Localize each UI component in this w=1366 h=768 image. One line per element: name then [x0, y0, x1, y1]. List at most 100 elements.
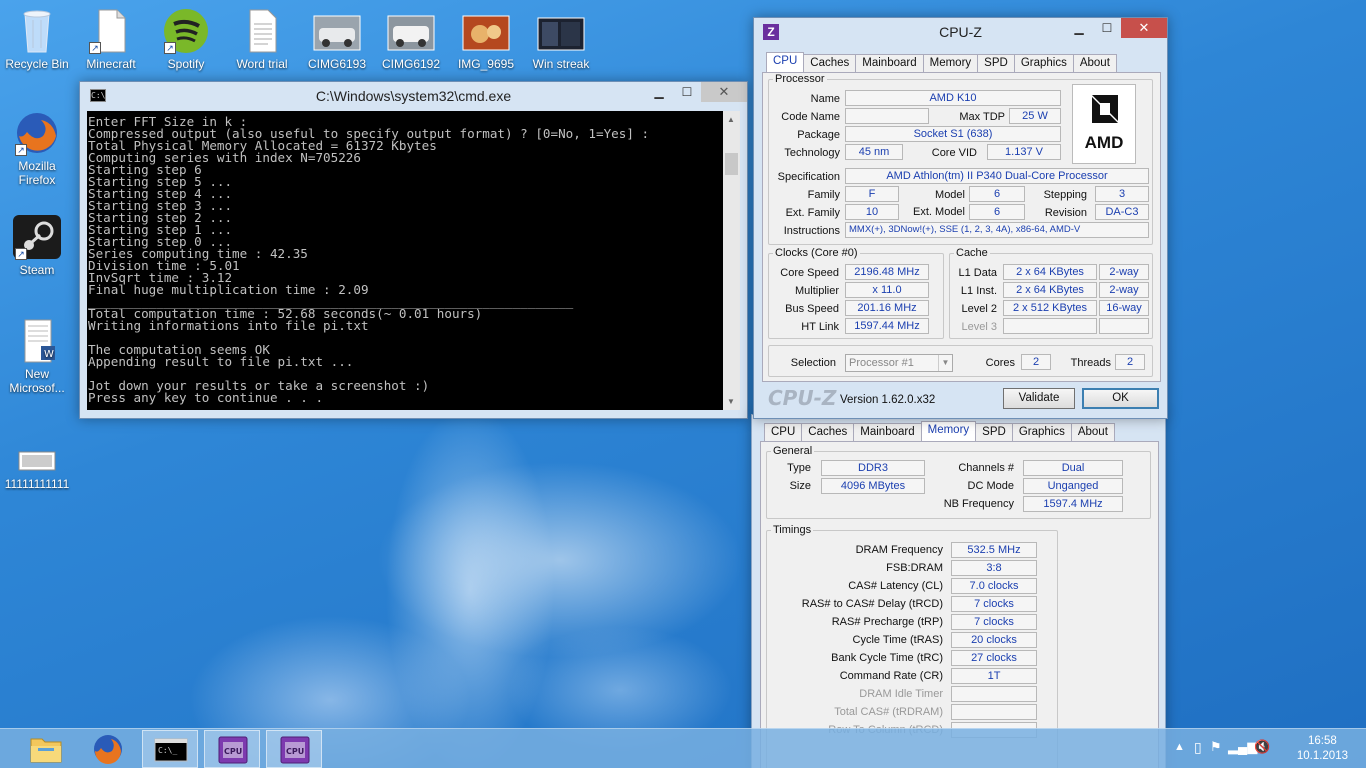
- family-value: F: [845, 186, 899, 202]
- max-tdp-value: 25 W: [1009, 108, 1061, 124]
- package-label: Package: [797, 129, 840, 141]
- minimize-button[interactable]: ▁: [645, 82, 673, 102]
- dc-mode-value: Unganged: [1023, 478, 1123, 494]
- console-line: Appending result to file pi.txt ...: [88, 354, 354, 369]
- bus-speed-value: 201.16 MHz: [845, 300, 929, 316]
- desktop-icon-recycle-bin[interactable]: Recycle Bin: [0, 8, 74, 71]
- taskbar-cpuz-button-1[interactable]: CPU: [204, 730, 260, 768]
- core-vid-value: 1.137 V: [987, 144, 1061, 160]
- timing-label: Command Rate (CR): [839, 670, 943, 682]
- timing-value: 532.5 MHz: [951, 542, 1037, 558]
- console-line: Press any key to continue . . .: [88, 390, 324, 405]
- minimize-button[interactable]: ▁: [1065, 18, 1093, 38]
- cpuz-brand-logo: CPU-Z: [768, 386, 837, 410]
- cpuz-icon: CPU: [218, 736, 248, 764]
- desktop-icon-cimg6192[interactable]: CIMG6192: [374, 8, 448, 71]
- timing-label: DRAM Idle Timer: [859, 688, 943, 700]
- max-tdp-label: Max TDP: [959, 111, 1005, 123]
- scrollbar-thumb[interactable]: [725, 153, 738, 175]
- ext-family-value: 10: [845, 204, 899, 220]
- cmd-window[interactable]: C:\ C:\Windows\system32\cmd.exe ▁ ☐ ✕ En…: [79, 81, 748, 419]
- chevron-down-icon[interactable]: ▼: [938, 355, 952, 371]
- validate-button[interactable]: Validate: [1003, 388, 1075, 409]
- cmd-titlebar[interactable]: C:\ C:\Windows\system32\cmd.exe ▁ ☐ ✕: [80, 82, 747, 110]
- spotify-icon: ↗: [162, 8, 210, 54]
- scroll-down-icon[interactable]: ▼: [727, 397, 735, 406]
- tab-spd[interactable]: SPD: [977, 54, 1015, 72]
- desktop-icon-11111111111[interactable]: 11111111111: [0, 448, 74, 491]
- firefox-icon: [94, 735, 122, 764]
- photo-thumbnail-icon: [313, 8, 361, 54]
- shortcut-arrow-icon: ↗: [15, 248, 27, 260]
- timing-label: RAS# to CAS# Delay (tRCD): [801, 598, 943, 610]
- timing-value: 7 clocks: [951, 596, 1037, 612]
- tab-memory[interactable]: Memory: [920, 421, 977, 441]
- cmd-scrollbar[interactable]: ▲ ▼: [723, 111, 740, 410]
- close-button[interactable]: ✕: [1121, 18, 1167, 38]
- taskbar: C:\_ CPU CPU ▲ ▯ ⚑ ▂▄▆ 🔇 16:58 10.1.2013: [0, 728, 1366, 768]
- photo-thumbnail-icon: [462, 8, 510, 54]
- desktop-icon-firefox[interactable]: ↗ Mozilla Firefox: [0, 110, 74, 187]
- desktop-icon-img9695[interactable]: IMG_9695: [449, 8, 523, 71]
- power-icon[interactable]: ▯: [1194, 739, 1202, 756]
- tab-mainboard[interactable]: Mainboard: [853, 423, 922, 441]
- clock[interactable]: 16:58 10.1.2013: [1297, 734, 1348, 764]
- cpuz-icon: CPU: [280, 736, 310, 764]
- desktop-icon-spotify[interactable]: ↗ Spotify: [149, 8, 223, 71]
- action-center-flag-icon[interactable]: ⚑: [1210, 739, 1222, 755]
- specification-label: Specification: [777, 171, 840, 183]
- l1-data-label: L1 Data: [958, 267, 997, 279]
- desktop-icon-win-streak[interactable]: Win streak: [524, 8, 598, 71]
- tab-about[interactable]: About: [1070, 423, 1115, 441]
- specification-value: AMD Athlon(tm) II P340 Dual-Core Process…: [845, 168, 1149, 184]
- word-document-icon: W: [13, 318, 61, 364]
- cpuz-memory-window[interactable]: CPU Caches Mainboard Memory SPD Graphics About…: [751, 414, 1166, 768]
- show-hidden-icons-icon[interactable]: ▲: [1174, 741, 1185, 753]
- tab-cpu[interactable]: CPU: [766, 52, 805, 72]
- taskbar-cmd-button[interactable]: C:\_: [142, 730, 198, 768]
- timing-value: 1T: [951, 668, 1037, 684]
- desktop-icon-cimg6193[interactable]: CIMG6193: [300, 8, 374, 71]
- folder-icon: [30, 738, 62, 763]
- tab-graphics[interactable]: Graphics: [1013, 54, 1074, 72]
- tab-spd[interactable]: SPD: [975, 423, 1013, 441]
- core-speed-label: Core Speed: [780, 267, 839, 279]
- tab-caches[interactable]: Caches: [803, 54, 857, 72]
- tab-graphics[interactable]: Graphics: [1011, 423, 1072, 441]
- taskbar-explorer-button[interactable]: [18, 730, 74, 768]
- ok-button[interactable]: OK: [1082, 388, 1159, 409]
- taskbar-cpuz-button-2[interactable]: CPU: [266, 730, 322, 768]
- tab-caches[interactable]: Caches: [801, 423, 855, 441]
- tab-cpu[interactable]: CPU: [764, 423, 803, 441]
- timing-label: Bank Cycle Time (tRC): [831, 652, 943, 664]
- level3-assoc: [1099, 318, 1149, 334]
- firefox-icon: ↗: [13, 110, 61, 156]
- cpu-tab-panel: Processor Name AMD K10 Code Name Max TDP…: [762, 72, 1161, 382]
- maximize-button[interactable]: ☐: [673, 82, 701, 102]
- tab-mainboard[interactable]: Mainboard: [855, 54, 924, 72]
- core-speed-value: 2196.48 MHz: [845, 264, 929, 280]
- tab-about[interactable]: About: [1072, 54, 1117, 72]
- instructions-value: MMX(+), 3DNow!(+), SSE (1, 2, 3, 4A), x8…: [845, 222, 1149, 238]
- network-signal-icon[interactable]: ▂▄▆: [1228, 739, 1257, 755]
- desktop-icon-minecraft[interactable]: ↗ Minecraft: [74, 8, 148, 71]
- timing-label: Total CAS# (tRDRAM): [834, 706, 943, 718]
- desktop-icon-new-microsoft-word[interactable]: W New Microsof...: [0, 318, 74, 395]
- volume-muted-icon[interactable]: 🔇: [1254, 739, 1270, 755]
- cpuz-titlebar[interactable]: Z CPU-Z ▁ ☐ ✕: [754, 18, 1167, 46]
- taskbar-firefox-button[interactable]: [80, 730, 136, 768]
- console-output[interactable]: Enter FFT Size in k : Compressed output (…: [87, 111, 723, 410]
- timing-value: 7 clocks: [951, 614, 1037, 630]
- desktop-icon-steam[interactable]: ↗ Steam: [0, 214, 74, 277]
- document-icon: ↗: [87, 8, 135, 54]
- scroll-up-icon[interactable]: ▲: [727, 115, 735, 124]
- type-value: DDR3: [821, 460, 925, 476]
- cores-value: 2: [1021, 354, 1051, 370]
- processor-select[interactable]: Processor #1 ▼: [845, 354, 953, 372]
- maximize-button[interactable]: ☐: [1093, 18, 1121, 38]
- cpuz-window[interactable]: Z CPU-Z ▁ ☐ ✕ CPU Caches Mainboard Memory SP…: [753, 17, 1168, 419]
- desktop-icon-word-trial[interactable]: Word trial: [225, 8, 299, 71]
- tab-memory[interactable]: Memory: [922, 54, 979, 72]
- size-value: 4096 MBytes: [821, 478, 925, 494]
- close-button[interactable]: ✕: [701, 82, 747, 102]
